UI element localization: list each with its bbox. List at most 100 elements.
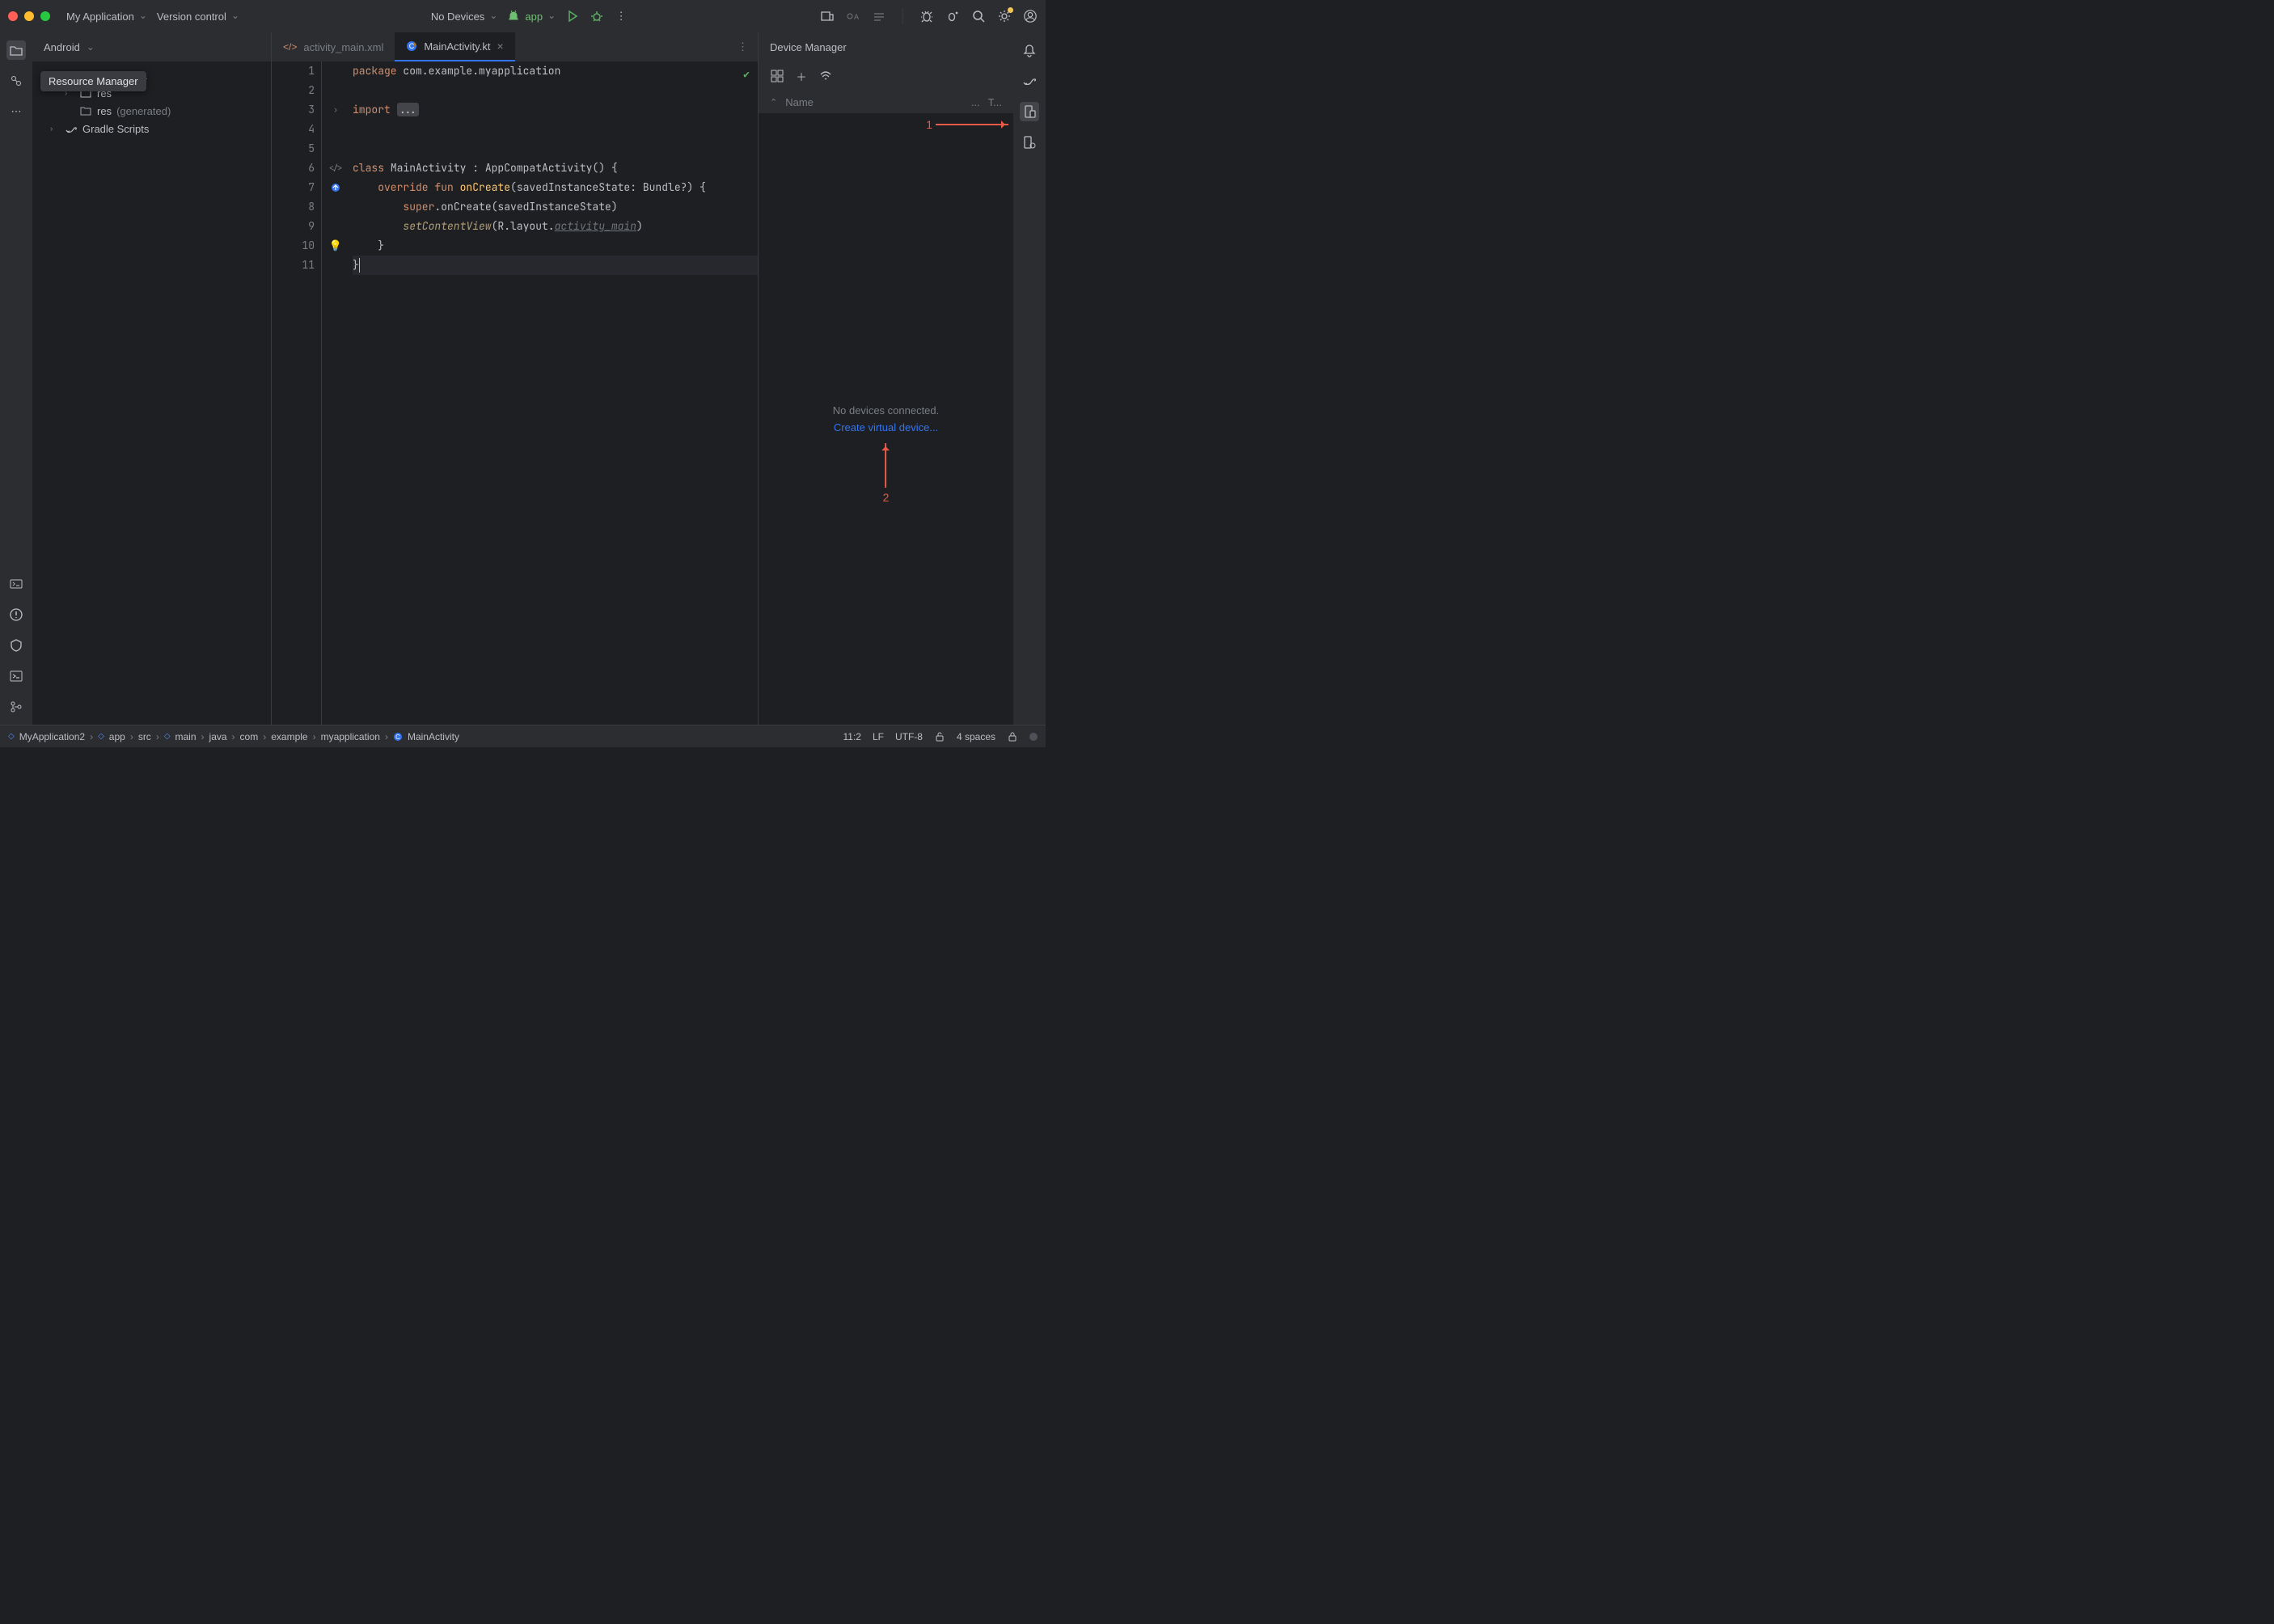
file-encoding[interactable]: UTF-8 xyxy=(895,731,923,742)
caret-position[interactable]: 11:2 xyxy=(843,731,860,742)
svg-text:C: C xyxy=(409,42,415,50)
module-icon: ◇ xyxy=(8,732,15,741)
logcat-tool-icon[interactable] xyxy=(6,574,26,594)
settings-icon[interactable] xyxy=(997,9,1012,23)
tab-label: activity_main.xml xyxy=(303,41,383,53)
search-icon[interactable] xyxy=(971,9,986,23)
app-quality-icon[interactable] xyxy=(945,9,960,23)
col-more[interactable]: ... xyxy=(971,96,980,108)
crumb[interactable]: myapplication xyxy=(321,731,380,742)
android-icon xyxy=(507,10,520,23)
inspection-ok-icon[interactable]: ✔ xyxy=(743,65,750,84)
device-selector[interactable]: No Devices xyxy=(431,11,498,23)
crumb[interactable]: example xyxy=(271,731,307,742)
crumb[interactable]: com xyxy=(240,731,259,742)
svg-text:C: C xyxy=(395,734,400,741)
tab-main-activity-kt[interactable]: C MainActivity.kt × xyxy=(395,32,514,61)
running-devices-tool-icon[interactable] xyxy=(1020,133,1039,152)
gradle-icon xyxy=(65,122,78,135)
tree-item-label: Gradle Scripts xyxy=(82,123,149,135)
indent-setting[interactable]: 4 spaces xyxy=(957,731,995,742)
status-bar: ◇ MyApplication2 › ◇ app › src › ◇ main … xyxy=(0,725,1046,747)
right-toolbar: A xyxy=(820,8,1038,24)
crumb[interactable]: MainActivity xyxy=(408,731,459,742)
breadcrumbs[interactable]: ◇ MyApplication2 › ◇ app › src › ◇ main … xyxy=(8,731,459,742)
ai-icon[interactable]: A xyxy=(846,9,860,23)
device-manager-tool-icon[interactable] xyxy=(1020,102,1039,121)
crumb[interactable]: app xyxy=(109,731,125,742)
line-number: 1 xyxy=(272,61,315,81)
minimize-window-icon[interactable] xyxy=(24,11,34,21)
add-device-icon[interactable]: ＋ xyxy=(794,69,809,83)
col-type[interactable]: T... xyxy=(988,96,1002,108)
project-menu-label: My Application xyxy=(66,11,134,23)
resource-manager-tool-icon[interactable] xyxy=(6,71,26,91)
device-groups-icon[interactable] xyxy=(770,69,784,83)
line-number: 5 xyxy=(272,139,315,159)
kotlin-class-icon: C xyxy=(393,732,403,742)
annotation-2: 2 xyxy=(883,443,890,504)
line-number: 8 xyxy=(272,197,315,217)
col-name[interactable]: Name xyxy=(785,96,814,108)
module-icon: ◇ xyxy=(98,732,104,741)
status-dot-icon[interactable] xyxy=(1029,733,1038,741)
close-tab-icon[interactable]: × xyxy=(497,40,503,53)
fold-expand-icon[interactable]: › xyxy=(322,100,349,120)
project-panel: Android Resource Manager › kotlin+java ›… xyxy=(32,32,272,725)
device-list-empty: 1 No devices connected. Create virtual d… xyxy=(759,113,1013,725)
titlebar: My Application Version control No Device… xyxy=(0,0,1046,32)
bug-report-icon[interactable] xyxy=(919,9,934,23)
line-separator[interactable]: LF xyxy=(873,731,884,742)
sort-arrow-icon[interactable]: ⌃ xyxy=(770,97,777,108)
tree-item-suffix: (generated) xyxy=(116,105,171,117)
more-tools-icon[interactable]: ⋯ xyxy=(6,102,26,121)
notifications-tool-icon[interactable] xyxy=(1020,40,1039,60)
intention-bulb-icon[interactable]: 💡 xyxy=(322,236,349,256)
tree-item-res-generated[interactable]: res (generated) xyxy=(32,102,271,120)
more-actions-icon[interactable]: ⋮ xyxy=(614,9,628,23)
debug-button[interactable] xyxy=(590,9,604,23)
project-menu[interactable]: My Application xyxy=(66,11,147,23)
crumb[interactable]: MyApplication2 xyxy=(19,731,85,742)
code-content[interactable]: ✔ package com.example.myapplication impo… xyxy=(349,61,758,725)
xml-tag-gutter-icon[interactable]: </> xyxy=(322,159,349,178)
project-tool-icon[interactable] xyxy=(6,40,26,60)
vcs-menu[interactable]: Version control xyxy=(157,11,239,23)
xml-file-icon: </> xyxy=(283,41,297,53)
project-view-selector[interactable]: Android xyxy=(32,32,271,61)
annotation-2-label: 2 xyxy=(883,491,890,504)
close-window-icon[interactable] xyxy=(8,11,18,21)
run-config-label: app xyxy=(525,11,543,23)
crumb[interactable]: src xyxy=(138,731,151,742)
res-gen-folder-icon xyxy=(79,104,92,117)
wifi-pair-icon[interactable] xyxy=(818,69,833,83)
tab-activity-main-xml[interactable]: </> activity_main.xml xyxy=(272,32,395,61)
line-number: 9 xyxy=(272,217,315,236)
readonly-lock-icon[interactable] xyxy=(1007,731,1018,742)
left-tool-strip: ⋯ xyxy=(0,32,32,725)
line-number: 7 xyxy=(272,178,315,197)
run-config[interactable]: app xyxy=(507,10,556,23)
device-manager-toolbar: ＋ xyxy=(759,61,1013,91)
run-button[interactable] xyxy=(565,9,580,23)
account-icon[interactable] xyxy=(1023,9,1038,23)
code-with-me-icon[interactable] xyxy=(820,9,835,23)
crumb[interactable]: main xyxy=(175,731,197,742)
problems-tool-icon[interactable] xyxy=(6,605,26,624)
vcs-tool-icon[interactable] xyxy=(6,697,26,717)
app-inspection-tool-icon[interactable] xyxy=(6,636,26,655)
tree-item-gradle[interactable]: › Gradle Scripts xyxy=(32,120,271,137)
override-gutter-icon[interactable] xyxy=(322,178,349,197)
line-number: 3 xyxy=(272,100,315,120)
updates-icon[interactable] xyxy=(872,9,886,23)
expand-chevron-icon[interactable]: › xyxy=(50,125,60,133)
gradle-tool-icon[interactable] xyxy=(1020,71,1039,91)
code-editor[interactable]: 1 2 3 4 5 6 7 8 9 10 11 › </> xyxy=(272,61,758,725)
tabs-more-icon[interactable]: ⋮ xyxy=(728,40,758,53)
line-number: 10 xyxy=(272,236,315,256)
readonly-toggle-icon[interactable] xyxy=(934,731,945,742)
zoom-window-icon[interactable] xyxy=(40,11,50,21)
crumb[interactable]: java xyxy=(209,731,227,742)
terminal-tool-icon[interactable] xyxy=(6,666,26,686)
create-virtual-device-link[interactable]: Create virtual device... xyxy=(834,421,938,433)
